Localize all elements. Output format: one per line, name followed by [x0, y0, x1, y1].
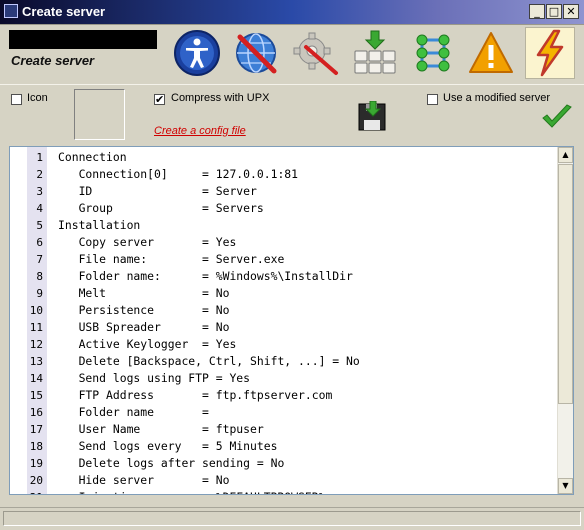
- line-number: 1: [36, 151, 43, 164]
- line-text[interactable]: Send logs using FTP = Yes: [58, 370, 250, 387]
- create-config-link[interactable]: Create a config file: [154, 125, 246, 137]
- line-text[interactable]: Group = Servers: [58, 200, 264, 217]
- line-text[interactable]: Folder name: = %Windows%\InstallDir: [58, 268, 353, 285]
- line-text[interactable]: Injection = %DEFAULTBROWSER%: [58, 489, 326, 494]
- line-number: 9: [36, 287, 43, 300]
- page-title: Create server: [11, 53, 95, 68]
- line-number: 8: [36, 270, 43, 283]
- modified-server-label: Use a modified server: [443, 92, 550, 104]
- line-number: 13: [29, 355, 43, 368]
- line-number: 7: [36, 253, 43, 266]
- vertical-scrollbar[interactable]: ▲ ▼: [557, 147, 573, 494]
- line-text[interactable]: Melt = No: [58, 285, 230, 302]
- toolbar-button-settings[interactable]: [291, 27, 341, 79]
- line-number: 3: [36, 185, 43, 198]
- line-text[interactable]: USB Spreader = No: [58, 319, 230, 336]
- confirm-button[interactable]: [541, 104, 573, 135]
- floppy-save-icon: [358, 100, 386, 131]
- redacted-banner: [9, 30, 157, 49]
- lightning-icon: [536, 29, 564, 77]
- line-text[interactable]: Persistence = No: [58, 302, 230, 319]
- line-text[interactable]: Folder name =: [58, 404, 209, 421]
- window-title: Create server: [22, 4, 106, 19]
- compress-upx-label: Compress with UPX: [171, 92, 270, 104]
- line-number: 2: [36, 168, 43, 181]
- line-number: 11: [29, 321, 43, 334]
- warning-icon: [469, 32, 513, 73]
- line-number: 6: [36, 236, 43, 249]
- keyboard-icon: [354, 30, 396, 74]
- icon-checkbox[interactable]: [11, 94, 22, 105]
- config-editor[interactable]: 1 Connection 2 Connection[0] = 127.0.0.1:8…: [9, 146, 574, 495]
- line-text[interactable]: Hide server = No: [58, 472, 230, 489]
- status-bar: [0, 507, 584, 530]
- toolbar-button-keylogger[interactable]: [350, 27, 400, 79]
- status-panel: [3, 511, 581, 526]
- line-number: 14: [29, 372, 43, 385]
- modified-server-checkbox[interactable]: [427, 94, 438, 105]
- toolbar-button-warning[interactable]: [466, 27, 516, 79]
- person-icon: [174, 30, 220, 76]
- line-text[interactable]: Delete [Backspace, Ctrl, Shift, ...] = N…: [58, 353, 360, 370]
- line-text[interactable]: ID = Server: [58, 183, 257, 200]
- minimize-button[interactable]: _: [529, 4, 545, 19]
- line-number: 21: [10, 489, 43, 494]
- toolbar-button-network[interactable]: [231, 27, 281, 79]
- line-text[interactable]: User Name = ftpuser: [58, 421, 264, 438]
- line-number: 15: [29, 389, 43, 402]
- line-number: 4: [36, 202, 43, 215]
- line-number: 19: [29, 457, 43, 470]
- scroll-up-button[interactable]: ▲: [558, 147, 573, 163]
- globe-icon: [236, 33, 277, 74]
- line-number: 12: [29, 338, 43, 351]
- line-number: 18: [29, 440, 43, 453]
- icon-preview[interactable]: [74, 89, 125, 140]
- app-icon: [4, 4, 18, 18]
- line-text[interactable]: Copy server = Yes: [58, 234, 237, 251]
- checkmark-icon: [542, 104, 572, 128]
- maximize-button[interactable]: □: [546, 4, 562, 19]
- toolbar-button-person[interactable]: [172, 27, 222, 79]
- line-text[interactable]: Connection[0] = 127.0.0.1:81: [58, 166, 298, 183]
- scroll-thumb[interactable]: [558, 164, 573, 404]
- gear-icon: [293, 32, 338, 75]
- title-bar[interactable]: Create server _ □ ✕: [0, 0, 584, 25]
- line-text[interactable]: Connection: [58, 149, 127, 166]
- icon-label: Icon: [27, 92, 48, 104]
- toolbar-button-nodes[interactable]: [408, 27, 458, 79]
- line-number: 20: [29, 474, 43, 487]
- close-button[interactable]: ✕: [563, 4, 579, 19]
- line-number: 17: [29, 423, 43, 436]
- line-number: 5: [36, 219, 43, 232]
- line-text[interactable]: FTP Address = ftp.ftpserver.com: [58, 387, 333, 404]
- line-number: 10: [29, 304, 43, 317]
- network-icon: [416, 34, 450, 72]
- scroll-down-button[interactable]: ▼: [558, 478, 573, 494]
- line-text[interactable]: Send logs every = 5 Minutes: [58, 438, 278, 455]
- compress-upx-checkbox[interactable]: ✔: [154, 94, 165, 105]
- line-text[interactable]: File name: = Server.exe: [58, 251, 285, 268]
- line-number: 16: [29, 406, 43, 419]
- line-text[interactable]: Delete logs after sending = No: [58, 455, 285, 472]
- save-config-button[interactable]: [358, 100, 388, 136]
- line-text[interactable]: Active Keylogger = Yes: [58, 336, 237, 353]
- toolbar-separator: [0, 84, 584, 85]
- line-text[interactable]: Installation: [58, 217, 140, 234]
- toolbar-button-create-server[interactable]: [525, 27, 575, 79]
